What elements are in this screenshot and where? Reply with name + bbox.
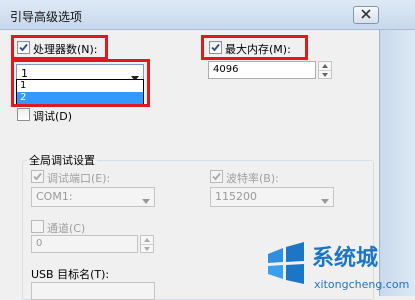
- windows-logo-icon: [268, 242, 304, 284]
- close-button[interactable]: [353, 6, 379, 24]
- channel-checkbox[interactable]: [31, 220, 44, 233]
- channel-spinner[interactable]: [140, 235, 154, 253]
- highlight-box-max-memory: [201, 35, 308, 60]
- close-icon: [361, 8, 371, 22]
- baud-rate-dropdown[interactable]: 115200: [210, 187, 334, 207]
- channel-label: 通道(C): [47, 222, 86, 235]
- debug-port-checkbox[interactable]: [31, 170, 44, 183]
- max-memory-input[interactable]: 4096: [208, 61, 316, 79]
- debug-label: 调试(D): [33, 110, 73, 123]
- arrow-up-icon[interactable]: [141, 236, 153, 244]
- baud-rate-checkbox[interactable]: [210, 170, 223, 183]
- checkmark-icon: [33, 172, 42, 181]
- global-debug-group-label: 全局调试设置: [27, 152, 97, 168]
- usb-target-label: USB 目标名(T):: [31, 268, 110, 281]
- arrow-down-icon[interactable]: [319, 70, 331, 78]
- highlight-box-processors-dropdown: [11, 59, 150, 107]
- debug-port-label: 调试端口(E):: [47, 172, 111, 185]
- checkmark-icon: [212, 172, 221, 181]
- arrow-up-icon[interactable]: [319, 62, 331, 70]
- usb-target-input[interactable]: [31, 282, 155, 300]
- highlight-box-processors: [11, 35, 108, 60]
- watermark-url: xitongcheng.com: [314, 278, 410, 291]
- debug-port-value: COM1:: [36, 190, 73, 203]
- debug-port-dropdown[interactable]: COM1:: [31, 187, 155, 207]
- watermark-brand: 系统城: [312, 246, 379, 271]
- channel-input[interactable]: 0: [31, 235, 138, 253]
- watermark: 系统城 xitongcheng.com: [262, 236, 412, 296]
- arrow-down-icon[interactable]: [141, 244, 153, 252]
- title-bar: 引导高级选项: [0, 0, 415, 30]
- chevron-down-icon: [142, 194, 150, 207]
- max-memory-spinner[interactable]: [318, 61, 332, 79]
- baud-rate-value: 115200: [215, 190, 257, 203]
- window-title: 引导高级选项: [10, 10, 83, 24]
- baud-rate-label: 波特率(B):: [226, 172, 279, 185]
- debug-checkbox[interactable]: [17, 108, 30, 121]
- chevron-down-icon: [321, 194, 329, 207]
